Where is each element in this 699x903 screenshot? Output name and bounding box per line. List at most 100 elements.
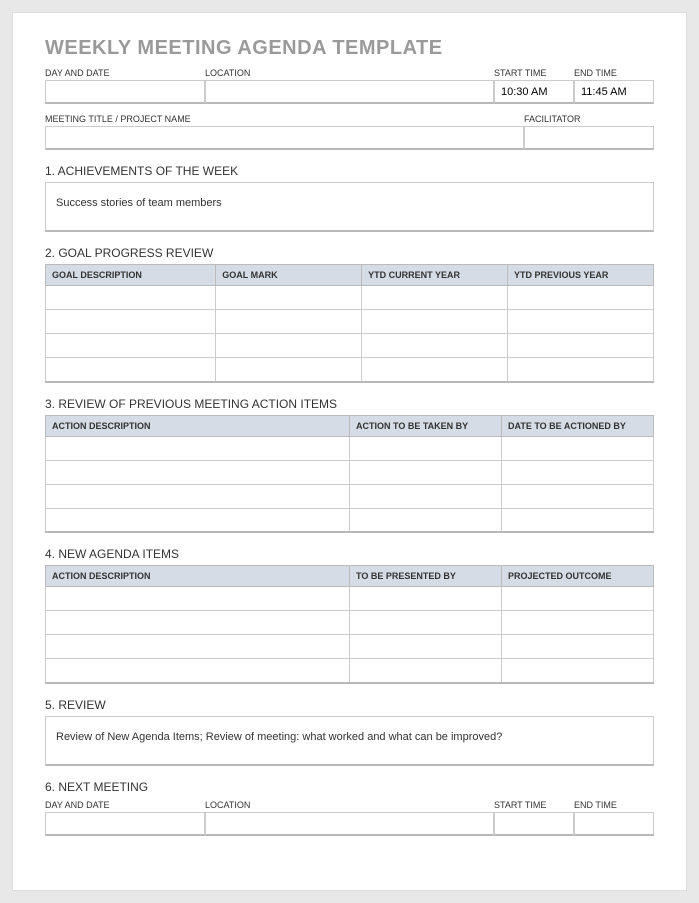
- table-row: [46, 484, 654, 508]
- table-cell[interactable]: [362, 358, 508, 382]
- location-label: LOCATION: [205, 66, 494, 80]
- table-row: [46, 587, 654, 611]
- table-cell[interactable]: [46, 484, 350, 508]
- table-cell[interactable]: [502, 436, 654, 460]
- table-cell[interactable]: [350, 460, 502, 484]
- table-cell[interactable]: [502, 508, 654, 532]
- start-time-col: START TIME: [494, 66, 574, 104]
- next-day-date-input[interactable]: [45, 812, 205, 836]
- table-cell[interactable]: [508, 334, 654, 358]
- goal-progress-table: GOAL DESCRIPTION GOAL MARK YTD CURRENT Y…: [45, 264, 654, 383]
- section-1-title: 1. ACHIEVEMENTS OF THE WEEK: [45, 164, 654, 178]
- table-row: [46, 310, 654, 334]
- header-row-1: DAY AND DATE LOCATION START TIME END TIM…: [45, 66, 654, 104]
- table-cell[interactable]: [216, 334, 362, 358]
- table-cell[interactable]: [216, 310, 362, 334]
- table-cell[interactable]: [502, 587, 654, 611]
- col-action-date: DATE TO BE ACTIONED BY: [502, 415, 654, 436]
- facilitator-label: FACILITATOR: [524, 112, 654, 126]
- document-page: WEEKLY MEETING AGENDA TEMPLATE DAY AND D…: [12, 12, 687, 891]
- table-cell[interactable]: [350, 635, 502, 659]
- goal-tbody: [46, 286, 654, 382]
- table-cell[interactable]: [46, 358, 216, 382]
- table-cell[interactable]: [362, 286, 508, 310]
- col-new-outcome: PROJECTED OUTCOME: [502, 566, 654, 587]
- table-row: [46, 508, 654, 532]
- col-goal-mark: GOAL MARK: [216, 265, 362, 286]
- location-col: LOCATION: [205, 66, 494, 104]
- table-cell[interactable]: [350, 587, 502, 611]
- meeting-title-label: MEETING TITLE / PROJECT NAME: [45, 112, 524, 126]
- section-2-title: 2. GOAL PROGRESS REVIEW: [45, 246, 654, 260]
- table-cell[interactable]: [362, 310, 508, 334]
- table-cell[interactable]: [350, 611, 502, 635]
- next-day-date-col: DAY AND DATE: [45, 798, 205, 836]
- next-end-time-label: END TIME: [574, 798, 654, 812]
- next-location-label: LOCATION: [205, 798, 494, 812]
- col-action-desc: ACTION DESCRIPTION: [46, 415, 350, 436]
- table-cell[interactable]: [350, 436, 502, 460]
- meeting-title-col: MEETING TITLE / PROJECT NAME: [45, 112, 524, 150]
- table-cell[interactable]: [362, 334, 508, 358]
- table-cell[interactable]: [502, 484, 654, 508]
- table-cell[interactable]: [46, 436, 350, 460]
- table-cell[interactable]: [216, 286, 362, 310]
- table-cell[interactable]: [46, 659, 350, 683]
- table-row: [46, 436, 654, 460]
- col-ytd-prev: YTD PREVIOUS YEAR: [508, 265, 654, 286]
- table-cell[interactable]: [502, 659, 654, 683]
- day-date-input[interactable]: [45, 80, 205, 104]
- start-time-label: START TIME: [494, 66, 574, 80]
- table-cell[interactable]: [46, 286, 216, 310]
- table-cell[interactable]: [46, 508, 350, 532]
- facilitator-input[interactable]: [524, 126, 654, 150]
- table-cell[interactable]: [46, 310, 216, 334]
- section-1-content[interactable]: Success stories of team members: [45, 182, 654, 232]
- new-agenda-table: ACTION DESCRIPTION TO BE PRESENTED BY PR…: [45, 565, 654, 684]
- table-cell[interactable]: [216, 358, 362, 382]
- col-goal-desc: GOAL DESCRIPTION: [46, 265, 216, 286]
- next-end-time-input[interactable]: [574, 812, 654, 836]
- day-date-label: DAY AND DATE: [45, 66, 205, 80]
- table-row: [46, 334, 654, 358]
- next-start-time-input[interactable]: [494, 812, 574, 836]
- table-cell[interactable]: [502, 460, 654, 484]
- start-time-input[interactable]: [494, 80, 574, 104]
- table-cell[interactable]: [350, 484, 502, 508]
- table-cell[interactable]: [46, 611, 350, 635]
- table-row: [46, 611, 654, 635]
- next-start-time-col: START TIME: [494, 798, 574, 836]
- next-start-time-label: START TIME: [494, 798, 574, 812]
- prev-action-tbody: [46, 436, 654, 532]
- table-cell[interactable]: [502, 611, 654, 635]
- next-location-input[interactable]: [205, 812, 494, 836]
- prev-action-table: ACTION DESCRIPTION ACTION TO BE TAKEN BY…: [45, 415, 654, 534]
- table-row: [46, 460, 654, 484]
- table-cell[interactable]: [508, 358, 654, 382]
- section-5-title: 5. REVIEW: [45, 698, 654, 712]
- col-ytd-current: YTD CURRENT YEAR: [362, 265, 508, 286]
- table-cell[interactable]: [508, 310, 654, 334]
- next-end-time-col: END TIME: [574, 798, 654, 836]
- table-cell[interactable]: [350, 508, 502, 532]
- col-action-by: ACTION TO BE TAKEN BY: [350, 415, 502, 436]
- table-cell[interactable]: [46, 334, 216, 358]
- end-time-label: END TIME: [574, 66, 654, 80]
- table-row: [46, 659, 654, 683]
- table-cell[interactable]: [46, 460, 350, 484]
- table-row: [46, 286, 654, 310]
- section-5-content[interactable]: Review of New Agenda Items; Review of me…: [45, 716, 654, 766]
- table-row: [46, 358, 654, 382]
- table-cell[interactable]: [350, 659, 502, 683]
- section-4-title: 4. NEW AGENDA ITEMS: [45, 547, 654, 561]
- table-row: [46, 635, 654, 659]
- table-cell[interactable]: [46, 587, 350, 611]
- end-time-input[interactable]: [574, 80, 654, 104]
- col-new-desc: ACTION DESCRIPTION: [46, 566, 350, 587]
- meeting-title-input[interactable]: [45, 126, 524, 150]
- table-cell[interactable]: [502, 635, 654, 659]
- location-input[interactable]: [205, 80, 494, 104]
- next-meeting-row: DAY AND DATE LOCATION START TIME END TIM…: [45, 798, 654, 836]
- table-cell[interactable]: [508, 286, 654, 310]
- table-cell[interactable]: [46, 635, 350, 659]
